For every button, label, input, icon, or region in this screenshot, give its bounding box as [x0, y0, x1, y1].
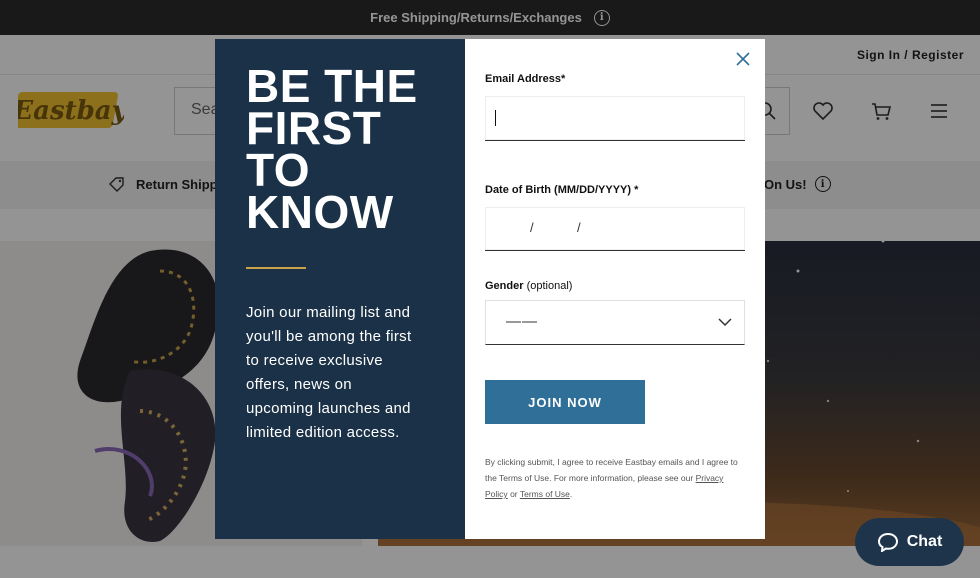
modal-promo-panel: BE THE FIRST TO KNOW Join our mailing li…	[215, 39, 465, 539]
gender-optional: (optional)	[526, 280, 573, 292]
text-cursor	[495, 110, 496, 126]
dob-label: Date of Birth (MM/DD/YYYY) *	[485, 184, 639, 196]
gender-label-text: Gender	[485, 280, 524, 292]
signup-form: Email Address* Date of Birth (MM/DD/YYYY…	[465, 39, 765, 539]
gender-label: Gender (optional)	[485, 280, 745, 292]
legal-text: By clicking submit, I agree to receive E…	[485, 454, 747, 502]
legal-period: .	[569, 489, 573, 499]
signup-modal: BE THE FIRST TO KNOW Join our mailing li…	[215, 39, 765, 539]
gender-value: ——	[506, 313, 538, 330]
chat-label: Chat	[906, 533, 943, 550]
dob-separator: /	[530, 220, 534, 235]
email-field[interactable]	[485, 96, 745, 141]
modal-blurb: Join our mailing list and you'll be amon…	[246, 304, 412, 441]
legal-or: or	[510, 489, 518, 499]
email-label: Email Address*	[485, 73, 566, 85]
chat-bubble-icon	[877, 532, 898, 552]
dob-separator: /	[577, 220, 581, 235]
gender-select[interactable]: ——	[485, 300, 745, 345]
join-now-button[interactable]: JOIN NOW	[485, 380, 645, 424]
dob-field[interactable]: / /	[485, 207, 745, 251]
terms-of-use-link[interactable]: Terms of Use	[520, 489, 570, 499]
modal-headline: BE THE FIRST TO KNOW	[246, 60, 418, 238]
divider	[246, 267, 306, 269]
chevron-down-icon	[718, 318, 732, 327]
chat-button[interactable]: Chat	[855, 518, 964, 566]
close-icon[interactable]	[735, 51, 751, 67]
